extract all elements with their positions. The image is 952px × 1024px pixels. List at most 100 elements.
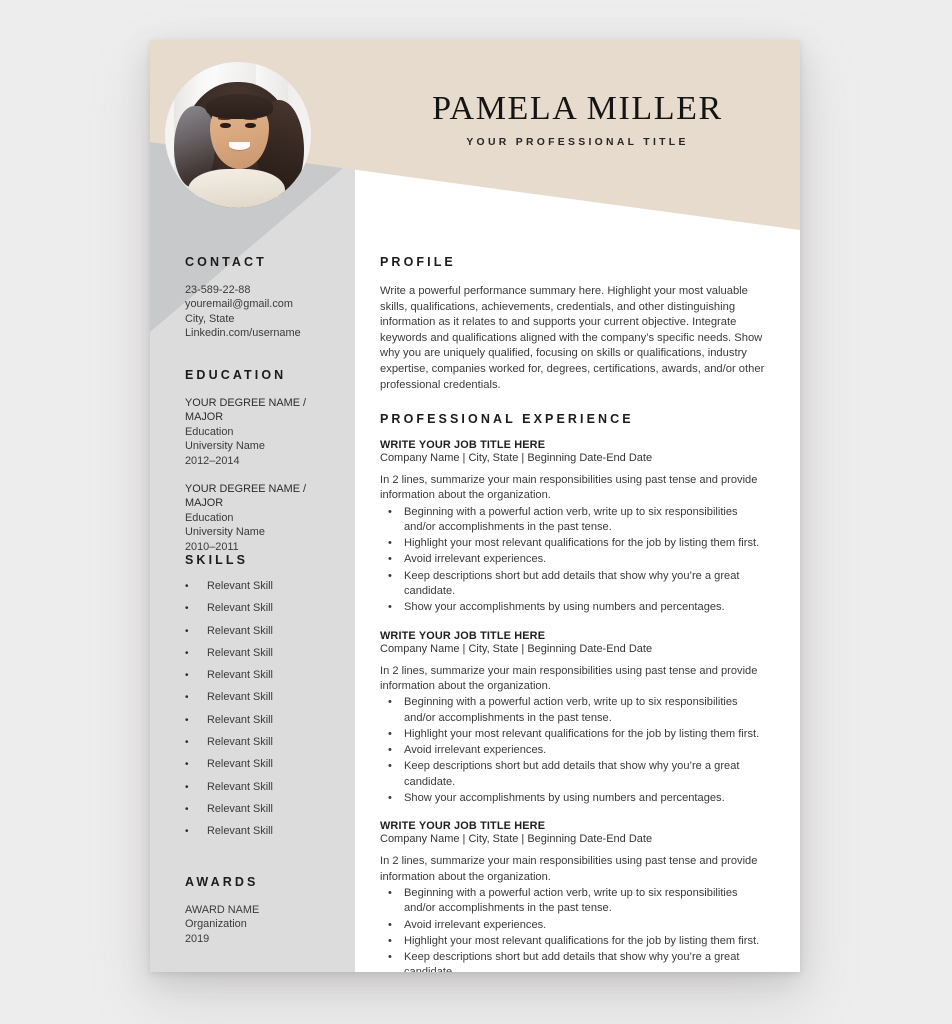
education-field: Education <box>185 511 234 524</box>
skill-item: • Relevant Skill <box>185 736 345 758</box>
bullet-icon: • <box>388 744 392 757</box>
job-bullet-text: Highlight your most relevant qualificati… <box>404 537 760 550</box>
skill-item: • Relevant Skill <box>185 669 345 691</box>
skill-label: Relevant Skill <box>207 758 273 771</box>
job-bullet-text: Show your accomplishments by using numbe… <box>404 792 725 805</box>
skill-label: Relevant Skill <box>207 736 273 749</box>
skill-label: Relevant Skill <box>207 780 273 793</box>
bullet-icon: • <box>185 714 189 726</box>
skill-item: • Relevant Skill <box>185 803 345 825</box>
job-bullet: • Show your accomplishments by using numb… <box>380 791 765 806</box>
job-entry: WRITE YOUR JOB TITLE HERE Company Name | … <box>380 820 765 972</box>
contact-section: CONTACT 23-589-22-88 youremail@gmail.com… <box>185 255 345 341</box>
education-section: EDUCATION YOUR DEGREE NAME / MAJOR Educa… <box>185 368 345 554</box>
education-degree: YOUR DEGREE NAME / MAJOR <box>185 397 307 424</box>
education-years: 2012–2014 <box>185 454 240 467</box>
award-name: AWARD NAME <box>185 904 260 916</box>
profile-photo <box>165 62 311 208</box>
bullet-icon: • <box>185 581 189 592</box>
job-bullet-list: • Beginning with a powerful action verb, … <box>380 695 765 806</box>
job-bullet: • Highlight your most relevant qualificat… <box>380 536 765 551</box>
skill-item: • Relevant Skill <box>185 625 345 647</box>
job-bullet: • Avoid irrelevant experiences. <box>380 918 765 933</box>
skills-heading: SKILLS <box>185 553 249 567</box>
awards-section: AWARDS AWARD NAME Organization 2019 <box>185 875 345 946</box>
job-bullet-text: Beginning with a powerful action verb, w… <box>404 696 738 724</box>
skill-label: Relevant Skill <box>207 691 273 704</box>
resume-document: PAMELA MILLER YOUR PROFESSIONAL TITLE CO… <box>150 40 800 972</box>
bullet-icon: • <box>388 505 392 518</box>
bullet-icon: • <box>388 537 392 550</box>
job-meta: Company Name | City, State | Beginning D… <box>380 452 653 464</box>
award-entry: AWARD NAME Organization 2019 <box>185 903 345 946</box>
bullet-icon: • <box>185 803 189 815</box>
job-bullet-text: Beginning with a powerful action verb, w… <box>404 886 738 915</box>
experience-section: PROFESSIONAL EXPERIENCE WRITE YOUR JOB T… <box>380 412 765 972</box>
award-organization: Organization <box>185 918 247 931</box>
education-entry: YOUR DEGREE NAME / MAJOR Education Unive… <box>185 396 345 468</box>
contact-location: City, State <box>185 312 235 325</box>
skill-item: • Relevant Skill <box>185 602 345 624</box>
education-school: University Name <box>185 440 265 453</box>
skill-label: Relevant Skill <box>207 669 273 682</box>
award-year: 2019 <box>185 932 210 945</box>
education-years: 2010–2011 <box>185 540 239 553</box>
job-summary: In 2 lines, summarize your main responsi… <box>380 855 758 883</box>
bullet-icon: • <box>388 760 392 773</box>
bullet-icon: • <box>185 826 189 838</box>
skill-item: • Relevant Skill <box>185 781 345 803</box>
job-bullet-text: Show your accomplishments by using numbe… <box>404 601 725 614</box>
bullet-icon: • <box>388 886 392 899</box>
bullet-icon: • <box>185 670 189 682</box>
skill-item: • Relevant Skill <box>185 691 345 713</box>
skill-label: Relevant Skill <box>207 602 273 615</box>
education-school: University Name <box>185 526 265 539</box>
job-meta: Company Name | City, State | Beginning D… <box>380 642 653 655</box>
bullet-icon: • <box>388 727 392 740</box>
bullet-icon: • <box>388 918 392 931</box>
contact-phone: 23-589-22-88 <box>185 284 251 296</box>
job-bullet: • Beginning with a powerful action verb, … <box>380 505 765 536</box>
job-bullet-text: Avoid irrelevant experiences. <box>404 918 547 931</box>
skill-item: • Relevant Skill <box>185 647 345 669</box>
job-bullet: • Keep descriptions short but add details… <box>380 950 765 972</box>
job-bullet-text: Keep descriptions short but add details … <box>404 951 740 972</box>
bullet-icon: • <box>185 759 189 771</box>
main-column: PROFILE Write a powerful performance sum… <box>355 40 800 972</box>
skill-item: • Relevant Skill <box>185 825 345 847</box>
bullet-icon: • <box>185 692 189 704</box>
bullet-icon: • <box>388 569 392 582</box>
bullet-icon: • <box>388 601 392 614</box>
job-bullet-text: Keep descriptions short but add details … <box>404 760 740 788</box>
bullet-icon: • <box>388 553 392 566</box>
job-bullet-text: Highlight your most relevant qualificati… <box>404 934 760 947</box>
bullet-icon: • <box>388 934 392 947</box>
profile-section: PROFILE Write a powerful performance sum… <box>380 255 765 393</box>
job-entry: WRITE YOUR JOB TITLE HERE Company Name | … <box>380 630 765 807</box>
bullet-icon: • <box>388 696 392 709</box>
job-bullet-list: • Beginning with a powerful action verb, … <box>380 505 765 616</box>
skill-item: • Relevant Skill <box>185 580 345 602</box>
skills-list: • Relevant Skill • Relevant Skill • Relevant … <box>185 580 345 848</box>
profile-heading: PROFILE <box>380 255 456 269</box>
job-bullet: • Highlight your most relevant qualificat… <box>380 727 765 742</box>
education-degree: YOUR DEGREE NAME / MAJOR <box>185 483 307 510</box>
contact-email: youremail@gmail.com <box>185 298 293 311</box>
job-bullet-text: Avoid irrelevant experiences. <box>404 553 547 566</box>
job-entry: WRITE YOUR JOB TITLE HERE Company Name | … <box>380 439 765 616</box>
skill-label: Relevant Skill <box>207 802 273 815</box>
bullet-icon: • <box>388 951 392 964</box>
job-bullet-text: Highlight your most relevant qualificati… <box>404 727 760 740</box>
bullet-icon: • <box>388 792 392 805</box>
education-field: Education <box>185 425 234 438</box>
job-summary: In 2 lines, summarize your main responsi… <box>380 664 758 692</box>
job-bullet: • Highlight your most relevant qualificat… <box>380 934 765 949</box>
education-heading: EDUCATION <box>185 368 287 382</box>
contact-linkedin: Linkedin.com/username <box>185 327 301 340</box>
profile-text: Write a powerful performance summary her… <box>380 285 765 391</box>
job-bullet: • Keep descriptions short but add details… <box>380 759 765 790</box>
job-meta: Company Name | City, State | Beginning D… <box>380 833 653 846</box>
education-entry: YOUR DEGREE NAME / MAJOR Education Unive… <box>185 482 345 554</box>
bullet-icon: • <box>185 647 189 659</box>
skill-label: Relevant Skill <box>207 646 273 659</box>
